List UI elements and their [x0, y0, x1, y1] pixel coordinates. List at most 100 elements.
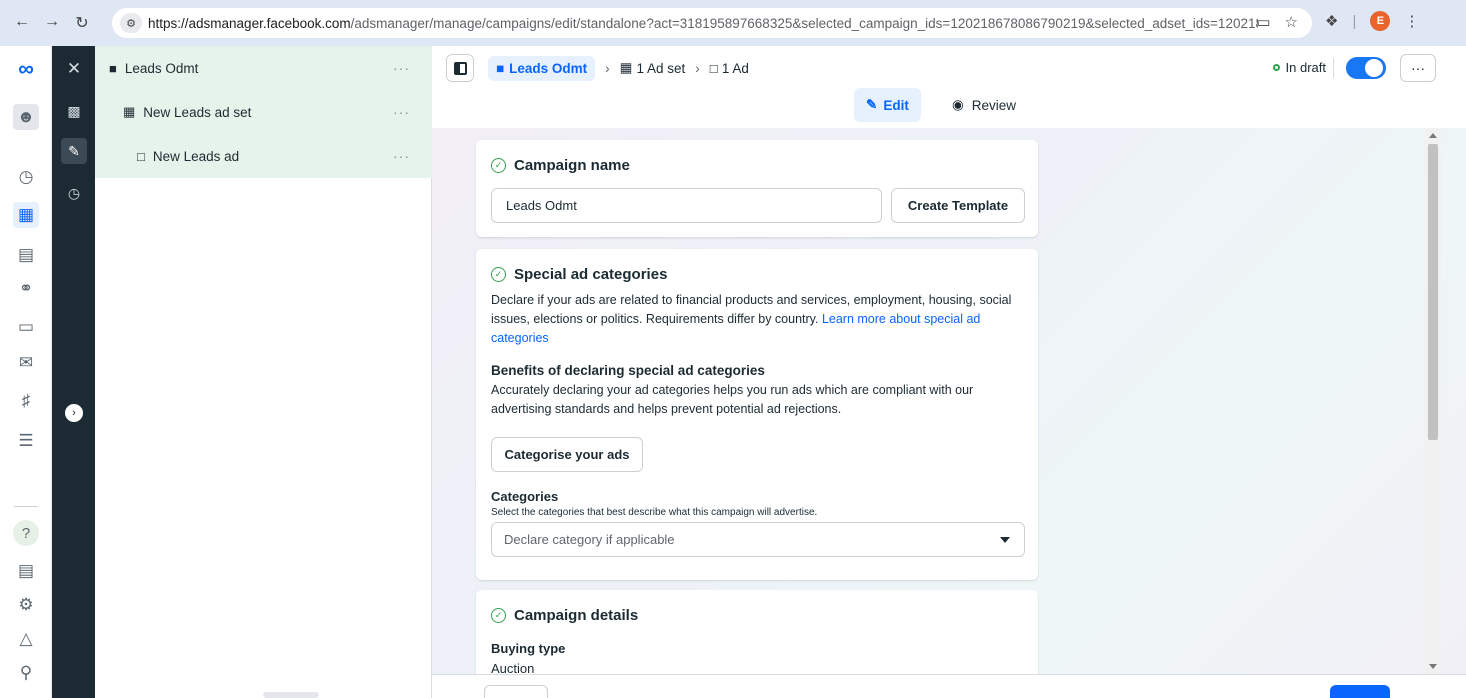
status-label: In draft [1285, 60, 1326, 75]
browser-actions: ❖ | E ⋮ [1325, 11, 1419, 31]
tab-review-label: Review [971, 97, 1017, 113]
breadcrumb: ■ Leads Odmt › ▦ 1 Ad set › □ 1 Ad [488, 54, 749, 82]
content-scrollbar[interactable] [1425, 128, 1441, 674]
toggle-sidebar-button[interactable] [446, 54, 474, 82]
address-bar[interactable]: ⚙ https://adsmanager.facebook.com/adsman… [112, 8, 1312, 38]
scroll-down-arrow-icon[interactable] [1429, 664, 1437, 669]
extensions-icon[interactable]: ❖ [1325, 12, 1338, 30]
ad-window-icon: □ [137, 148, 145, 164]
more-options-icon[interactable]: ··· [393, 60, 410, 76]
campaign-on-off-toggle[interactable] [1346, 57, 1386, 79]
campaigns-table-icon[interactable]: ▦ [13, 202, 39, 228]
browser-menu-icon[interactable]: ⋮ [1404, 12, 1419, 30]
business-tools-icon[interactable]: ♯ [13, 388, 39, 414]
campaign-name-input[interactable]: Leads Odmt [491, 188, 882, 223]
campaign-tree: ■ Leads Odmt ··· ▦ New Leads ad set ··· … [95, 46, 432, 698]
tree-item-ad[interactable]: □ New Leads ad ··· [95, 134, 432, 178]
adset-grid-icon: ▦ [123, 104, 136, 119]
audiences-icon[interactable]: ⚭ [13, 276, 39, 302]
buying-type-label: Buying type [491, 641, 566, 656]
tree-footer-handle [263, 692, 319, 698]
draft-status-icon [1272, 64, 1280, 71]
categories-placeholder: Declare category if applicable [504, 532, 675, 547]
meta-logo-icon[interactable]: ∞ [13, 56, 39, 82]
adset-grid-icon: ▦ [619, 60, 633, 75]
folder-icon: ■ [496, 60, 505, 76]
account-avatar[interactable]: ☻ [13, 104, 39, 130]
breadcrumb-adset[interactable]: ▦ 1 Ad set [620, 60, 686, 76]
nav-divider [14, 506, 38, 507]
footer-secondary-button[interactable] [484, 685, 548, 698]
more-options-icon[interactable]: ··· [393, 148, 410, 164]
help-icon[interactable]: ? [13, 520, 39, 546]
history-clock-icon[interactable]: ◷ [61, 180, 87, 206]
ads-manager-nav: ∞ ☻ ◷ ▦ ▤ ⚭ ▭ ✉ ♯ ☰ ? ▤ ⚙ △ ⚲ [0, 46, 52, 698]
section-heading: ✓ Campaign name [491, 157, 630, 174]
notifications-bell-icon[interactable]: △ [13, 626, 39, 652]
categories-label: Categories [491, 489, 559, 504]
campaign-name-card: ✓ Campaign name Leads Odmt Create Templat… [476, 140, 1038, 237]
back-icon[interactable]: ← [14, 13, 30, 33]
expand-chevron-icon[interactable]: › [65, 404, 83, 422]
more-options-icon[interactable]: ··· [393, 104, 410, 120]
check-circle-icon: ✓ [491, 267, 506, 282]
breadcrumb-campaign[interactable]: ■ Leads Odmt [488, 55, 596, 81]
reload-icon[interactable]: ↻ [74, 13, 90, 33]
performance-chart-icon[interactable]: ▩ [61, 98, 87, 124]
ads-megaphone-icon[interactable]: ✉ [13, 350, 39, 376]
campaign-details-card: ✓ Campaign details Buying type Auction [476, 590, 1038, 674]
sidebar-panel-icon [453, 61, 467, 75]
url-text[interactable]: https://adsmanager.facebook.com/adsmanag… [148, 16, 1258, 31]
settings-gear-icon[interactable]: ⚙ [13, 592, 39, 618]
tree-item-campaign[interactable]: ■ Leads Odmt ··· [95, 46, 432, 90]
section-heading: ✓ Campaign details [491, 607, 638, 624]
editor-content: ✓ Campaign name Leads Odmt Create Templat… [432, 128, 1466, 674]
check-circle-icon: ✓ [491, 608, 506, 623]
browser-toolbar: ← → ↻ ⚙ https://adsmanager.facebook.com/… [0, 0, 1466, 46]
site-settings-icon[interactable]: ⚙ [120, 13, 142, 33]
special-ad-categories-card: ✓ Special ad categories Declare if your a… [476, 249, 1038, 580]
tree-item-label: Leads Odmt [124, 60, 199, 76]
breadcrumb-chevron-icon: › [695, 60, 700, 76]
tree-item-adset[interactable]: ▦ New Leads ad set ··· [95, 90, 432, 134]
tab-edit[interactable]: ✎ Edit [854, 88, 921, 122]
forward-icon[interactable]: → [44, 13, 60, 33]
billing-card-icon[interactable]: ▭ [13, 314, 39, 340]
search-icon[interactable]: ⚲ [13, 660, 39, 686]
browser-nav: ← → ↻ [0, 13, 112, 33]
edit-pencil-icon[interactable]: ✎ [61, 138, 87, 164]
more-actions-button[interactable]: ··· [1400, 54, 1436, 82]
breadcrumb-campaign-label: Leads Odmt [509, 60, 588, 76]
editor-side-strip: ✕ ▩ ✎ ◷ › [52, 46, 95, 698]
tab-review[interactable]: ◉ Review [940, 88, 1028, 122]
close-icon[interactable]: ✕ [61, 56, 87, 82]
scroll-up-arrow-icon[interactable] [1429, 133, 1437, 138]
benefits-description: Accurately declaring your ad categories … [491, 383, 974, 416]
eye-icon: ◉ [952, 97, 964, 112]
bookmark-star-icon[interactable]: ☆ [1285, 13, 1298, 31]
cast-icon[interactable]: ▭ [1256, 13, 1270, 31]
categories-select[interactable]: Declare category if applicable [491, 522, 1025, 557]
profile-avatar[interactable]: E [1370, 11, 1391, 31]
all-tools-menu-icon[interactable]: ☰ [13, 428, 39, 454]
tab-edit-label: Edit [883, 97, 909, 113]
mode-tabs: ✎ Edit ◉ Review [432, 82, 1466, 128]
dashboard-gauge-icon[interactable]: ◷ [13, 164, 39, 190]
section-title: Special ad categories [514, 266, 668, 283]
breadcrumb-adset-label: 1 Ad set [636, 60, 686, 76]
editor-footer [432, 674, 1466, 698]
categories-note: Select the categories that best describe… [491, 507, 818, 518]
ad-window-icon: □ [709, 60, 718, 76]
create-template-button[interactable]: Create Template [891, 188, 1025, 223]
dropdown-caret-icon [1000, 537, 1010, 543]
categorise-ads-button[interactable]: Categorise your ads [491, 437, 643, 472]
scrollbar-thumb[interactable] [1428, 144, 1438, 440]
section-title: Campaign name [514, 157, 630, 174]
footer-primary-button[interactable] [1330, 685, 1390, 698]
check-circle-icon: ✓ [491, 158, 506, 173]
breadcrumb-ad[interactable]: □ 1 Ad [710, 61, 749, 76]
notes-icon[interactable]: ▤ [13, 558, 39, 584]
toolbar-divider [1333, 58, 1334, 78]
reports-icon[interactable]: ▤ [13, 242, 39, 268]
special-ad-description: Declare if your ads are related to finan… [491, 291, 1031, 348]
